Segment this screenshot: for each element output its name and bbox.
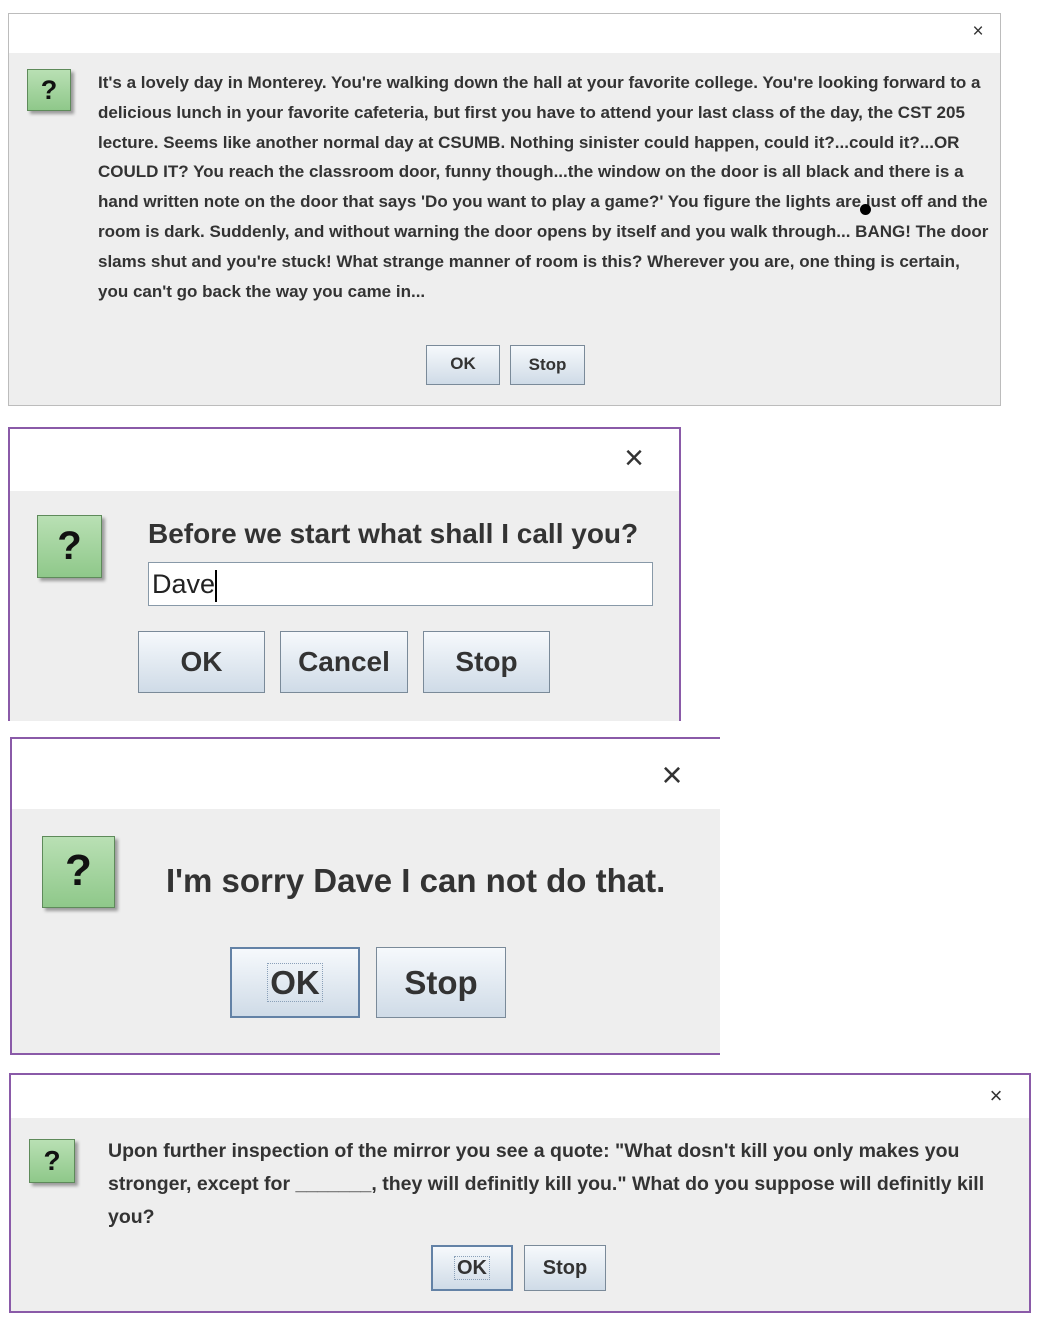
- name-input-dialog: × ? Before we start what shall I call yo…: [8, 427, 681, 721]
- close-icon[interactable]: ×: [617, 441, 651, 475]
- name-input-value: Dave: [152, 569, 216, 599]
- ok-label: OK: [450, 354, 476, 373]
- dialog-message: It's a lovely day in Monterey. You're wa…: [98, 73, 989, 301]
- name-input[interactable]: Dave: [148, 562, 653, 606]
- dialog-titlebar[interactable]: ×: [11, 1075, 1029, 1118]
- question-icon: ?: [42, 836, 115, 908]
- ok-button[interactable]: OK: [426, 345, 500, 385]
- close-icon[interactable]: ×: [968, 22, 988, 42]
- ok-button[interactable]: OK: [138, 631, 265, 693]
- text-caret: [215, 569, 218, 602]
- dialog-message: I'm sorry Dave I can not do that.: [166, 862, 666, 899]
- mouse-cursor-dot: [860, 204, 871, 215]
- ok-label: OK: [454, 1256, 490, 1280]
- question-icon: ?: [27, 69, 71, 111]
- stop-button[interactable]: Stop: [376, 947, 506, 1018]
- stop-button[interactable]: Stop: [524, 1245, 606, 1291]
- ok-button[interactable]: OK: [431, 1245, 513, 1291]
- stop-button[interactable]: Stop: [423, 631, 550, 693]
- mirror-riddle-dialog: × ? Upon further inspection of the mirro…: [9, 1073, 1031, 1313]
- dialog-titlebar[interactable]: ×: [10, 429, 679, 491]
- question-icon: ?: [29, 1139, 75, 1183]
- dialog-prompt: Before we start what shall I call you?: [148, 518, 639, 549]
- refusal-dialog: × ? I'm sorry Dave I can not do that. OK…: [10, 737, 720, 1055]
- ok-button[interactable]: OK: [230, 947, 360, 1018]
- close-icon[interactable]: ×: [985, 1085, 1007, 1107]
- question-icon: ?: [37, 515, 102, 578]
- ok-label: OK: [267, 963, 323, 1002]
- close-icon[interactable]: ×: [654, 757, 690, 793]
- intro-dialog: × ? It's a lovely day in Monterey. You'r…: [8, 13, 1001, 406]
- dialog-message: Upon further inspection of the mirror yo…: [108, 1140, 985, 1228]
- dialog-titlebar[interactable]: ×: [9, 14, 1000, 53]
- cancel-button[interactable]: Cancel: [280, 631, 408, 693]
- stop-button[interactable]: Stop: [510, 345, 585, 385]
- dialog-titlebar[interactable]: ×: [12, 739, 720, 809]
